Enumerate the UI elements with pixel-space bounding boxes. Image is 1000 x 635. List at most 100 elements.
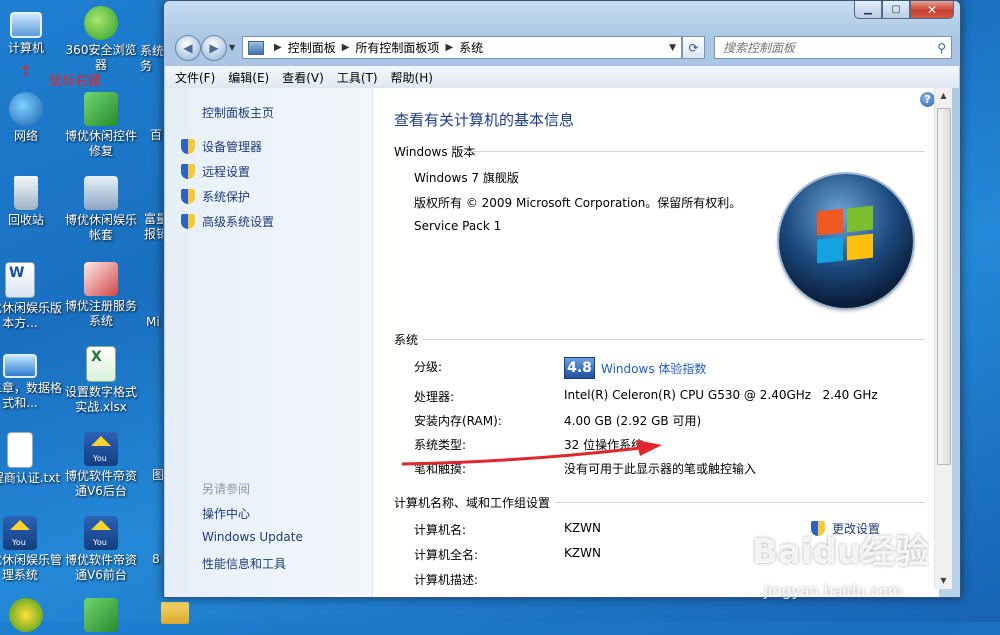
minimize-button[interactable]: ▁ [854, 1, 882, 19]
rating-label: 分级: [414, 360, 443, 374]
edition-name: Windows 7 旗舰版 [414, 171, 519, 185]
forward-arrow-icon: ▶ [209, 41, 219, 55]
side-link-label: 系统保护 [202, 190, 251, 204]
section-divider [423, 339, 925, 340]
desktop-icon-label: 博优软件帝资通V6后台 [64, 469, 137, 498]
scroll-thumb[interactable] [937, 108, 951, 465]
remote-settings-link[interactable]: 远程设置 [181, 163, 250, 180]
desktop-icon-label: 第二章，数据格式和... [0, 381, 63, 410]
desktop-icon-label: 网络 [13, 129, 38, 143]
recycle-bin-icon [14, 176, 38, 210]
uac-shield-icon [181, 139, 195, 154]
breadcrumb-separator-icon[interactable]: ▶ [274, 42, 282, 53]
boyou-you-icon [84, 516, 118, 550]
ram-label: 安装内存(RAM): [414, 414, 502, 428]
excel-icon [86, 346, 116, 382]
section-divider [555, 502, 925, 503]
desktop-icon-word-doc[interactable]: 博优休闲娱乐版本方... [0, 262, 62, 331]
desktop-icon-repair-tool[interactable]: 博优休闲控件修复 [63, 92, 139, 159]
forward-button[interactable]: ▶ [201, 35, 227, 61]
desktop-icon-tool-2[interactable] [63, 598, 139, 635]
device-manager-link[interactable]: 设备管理器 [181, 138, 262, 155]
breadcrumb-all-items[interactable]: 所有控制面板项 [355, 39, 439, 56]
close-button[interactable]: ✕ [910, 1, 954, 19]
performance-tools-link[interactable]: 性能信息和工具 [202, 555, 286, 572]
system-window: ▁ ▢ ✕ ◀ ▶ ▼ ▶ 控制面板 ▶ 所有控制面板项 ▶ 系统 ▼ ⟳ ⚲ … [163, 0, 961, 598]
description-label: 计算机描述: [414, 573, 479, 587]
full-name-label: 计算机全名: [414, 548, 479, 562]
system-type-value: 32 位操作系统 [564, 438, 644, 452]
caption-buttons: ▁ ▢ ✕ [854, 1, 954, 19]
breadcrumb-separator-icon[interactable]: ▶ [445, 42, 453, 53]
desktop-icon-registry[interactable]: 博优注册服务系统 [63, 262, 139, 329]
system-protection-link[interactable]: 系统保护 [181, 188, 250, 205]
boyou-you-icon [3, 516, 37, 550]
page-title: 查看有关计算机的基本信息 [394, 111, 575, 129]
control-panel-home-link[interactable]: 控制面板主页 [202, 104, 274, 121]
desktop-icon-360-browser[interactable]: 360安全浏览器 [63, 6, 139, 73]
menu-bar: 文件(F) 编辑(E) 查看(V) 工具(T) 帮助(H) [165, 65, 959, 89]
boyou-you-icon [84, 432, 118, 466]
desktop-icon-recycle-bin[interactable]: 回收站 [0, 176, 64, 228]
desktop-icon-monitor[interactable]: 第二章，数据格式和... [0, 346, 62, 411]
menu-file[interactable]: 文件(F) [175, 69, 215, 86]
ram-value: 4.00 GB (2.92 GB 可用) [564, 414, 702, 428]
close-icon: ✕ [926, 2, 938, 17]
baidu-watermark-url: jingyan.baidu.com [764, 582, 903, 600]
rating-score-badge: 4.8 [564, 357, 595, 379]
desktop-icon-network[interactable]: 网络 [0, 92, 64, 144]
computer-name-label: 计算机名: [414, 523, 467, 537]
service-pack: Service Pack 1 [414, 219, 502, 233]
scroll-up-icon[interactable]: ▲ [935, 88, 952, 104]
experience-index-rating[interactable]: 4.8 Windows 体验指数 [564, 357, 706, 379]
refresh-button[interactable]: ⟳ [682, 36, 705, 59]
back-button[interactable]: ◀ [175, 35, 201, 61]
desktop-icon-360-green[interactable] [0, 598, 64, 635]
search-box[interactable]: ⚲ [714, 36, 952, 59]
desktop-icon-accounts[interactable]: 博优休闲娱乐帐套 [63, 176, 139, 243]
content-pane: ? 查看有关计算机的基本信息 Windows 版本 Windows 7 旗舰版 … [373, 88, 939, 597]
address-bar[interactable]: ▶ 控制面板 ▶ 所有控制面板项 ▶ 系统 ▼ [242, 36, 682, 59]
maximize-button[interactable]: ▢ [882, 1, 910, 19]
minimize-icon: ▁ [864, 4, 872, 15]
breadcrumb-control-panel[interactable]: 控制面板 [288, 39, 336, 56]
scroll-down-icon[interactable]: ▼ [935, 573, 952, 589]
desktop-icon-label: 设置数字格式实战.xlsx [64, 385, 137, 414]
breadcrumb-separator-icon[interactable]: ▶ [342, 42, 350, 53]
experience-index-link[interactable]: Windows 体验指数 [601, 360, 706, 377]
section-system: 系统 [394, 333, 419, 347]
pen-touch-label: 笔和触摸: [414, 462, 467, 476]
desktop-icon-excel[interactable]: 设置数字格式实战.xlsx [63, 346, 139, 415]
help-icon[interactable]: ? [920, 92, 935, 107]
advanced-system-settings-link[interactable]: 高级系统设置 [181, 213, 274, 230]
network-icon [9, 92, 43, 126]
windows-update-link[interactable]: Windows Update [202, 530, 303, 544]
control-panel-icon [248, 40, 264, 55]
repair-tool-icon [84, 92, 118, 126]
desktop-icon-boyou-frontend[interactable]: 博优软件帝资通V6前台 [63, 516, 139, 583]
breadcrumb-system[interactable]: 系统 [459, 39, 483, 56]
menu-tools[interactable]: 工具(T) [337, 69, 378, 86]
search-icon[interactable]: ⚲ [937, 41, 946, 55]
menu-view[interactable]: 查看(V) [282, 69, 324, 86]
vertical-scrollbar[interactable]: ▲ ▼ [934, 88, 952, 589]
desktop-icon-label: 博优休闲娱乐帐套 [64, 213, 137, 242]
full-name-value: KZWN [564, 546, 601, 560]
back-arrow-icon: ◀ [183, 41, 193, 55]
address-dropdown-icon[interactable]: ▼ [669, 43, 676, 53]
menu-help[interactable]: 帮助(H) [391, 69, 433, 86]
uac-shield-icon [181, 164, 195, 179]
menu-edit[interactable]: 编辑(E) [228, 69, 269, 86]
recent-pages-dropdown-icon[interactable]: ▼ [229, 43, 235, 52]
desktop-icon-boyou-backend[interactable]: 博优软件帝资通V6后台 [63, 432, 139, 499]
uac-shield-icon [181, 214, 195, 229]
desktop-icon-text-doc[interactable]: 工程商认证.txt [0, 432, 62, 486]
computer-name-value: KZWN [564, 521, 601, 535]
search-input[interactable] [721, 39, 935, 56]
cpu-label: 处理器: [414, 390, 455, 404]
registry-icon [84, 262, 118, 296]
desktop-icon-label: 计算机 [7, 41, 44, 55]
desktop-icon-boyou-mgmt[interactable]: 博优休闲娱乐管理系统 [0, 516, 62, 583]
action-center-link[interactable]: 操作中心 [202, 505, 250, 522]
desktop-icon-computer[interactable]: 计算机 [0, 6, 64, 56]
